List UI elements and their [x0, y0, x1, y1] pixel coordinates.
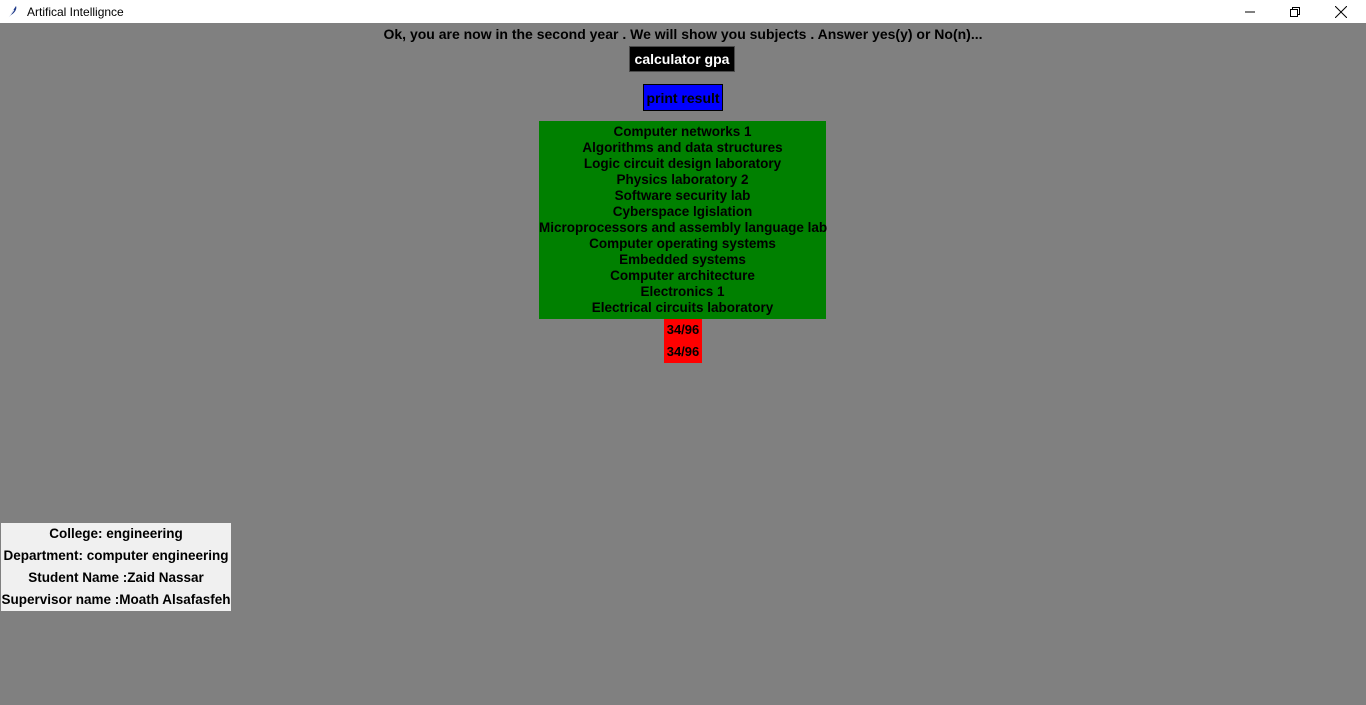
- prompt-label: Ok, you are now in the second year . We …: [383, 26, 983, 42]
- subject-item: Physics laboratory 2: [616, 172, 749, 187]
- minimize-button[interactable]: [1227, 0, 1273, 23]
- close-button[interactable]: [1318, 0, 1364, 23]
- department-label: Department: computer engineering: [3, 548, 229, 563]
- result-label: 34/96: [666, 344, 700, 359]
- restore-icon: [1290, 6, 1300, 17]
- college-label: College: engineering: [49, 526, 183, 541]
- student-name-label: Student Name :Zaid Nassar: [28, 570, 204, 585]
- subject-item: Computer architecture: [610, 268, 755, 283]
- print-result-button[interactable]: print result: [643, 84, 723, 111]
- subject-item: Computer operating systems: [589, 236, 776, 251]
- student-info-panel: College: engineering Department: compute…: [1, 523, 231, 611]
- subject-item: Microprocessors and assembly language la…: [539, 220, 828, 235]
- supervisor-name-label: Supervisor name :Moath Alsafasfeh: [1, 592, 231, 607]
- subjects-panel: Computer networks 1 Algorithms and data …: [539, 121, 828, 319]
- subject-item: Embedded systems: [619, 252, 746, 267]
- subject-item: Computer networks 1: [613, 124, 752, 139]
- window-title: Artifical Intellignce: [27, 4, 124, 19]
- close-icon: [1335, 5, 1347, 18]
- calculate-gpa-button[interactable]: calculator gpa: [629, 46, 735, 72]
- result-label: 34/96: [666, 322, 700, 337]
- minimize-icon: [1245, 11, 1255, 12]
- subject-item: Electronics 1: [640, 284, 725, 299]
- subject-item: Algorithms and data structures: [582, 140, 783, 155]
- subject-item: Software security lab: [614, 188, 751, 203]
- subject-item: Cyberspace lgislation: [612, 204, 753, 219]
- results-panel: 34/96 34/96: [664, 319, 702, 363]
- maximize-button[interactable]: [1272, 0, 1318, 23]
- title-bar: Artifical Intellignce: [0, 0, 1366, 23]
- subject-item: Logic circuit design laboratory: [583, 156, 782, 171]
- feather-icon: [7, 5, 17, 18]
- subject-item: Electrical circuits laboratory: [591, 300, 774, 315]
